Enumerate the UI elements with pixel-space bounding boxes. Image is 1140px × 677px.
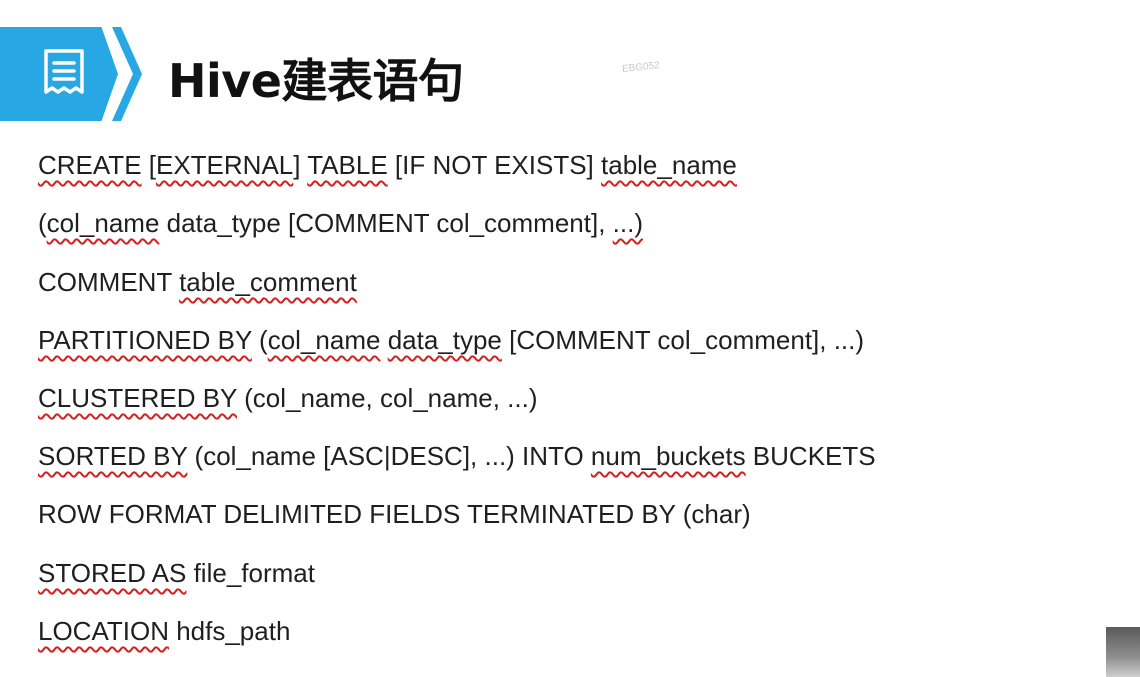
syntax-text: (col_name, col_name, ...) (236, 383, 538, 413)
page-title: Hive建表语句 (168, 54, 464, 108)
syntax-text: BUCKETS (745, 441, 876, 471)
syntax-line: PARTITIONED BY (col_name data_type [COMM… (38, 325, 864, 356)
syntax-line: COMMENT table_comment (38, 267, 357, 298)
syntax-text: ( (251, 325, 268, 355)
syntax-line: CREATE [EXTERNAL] TABLE [IF NOT EXISTS] … (38, 150, 737, 181)
spellcheck-token: num_buckets (590, 441, 746, 471)
spellcheck-token: STORED AS (38, 558, 187, 588)
syntax-line: SORTED BY (col_name [ASC|DESC], ...) INT… (38, 441, 876, 472)
watermark: EBG052 (621, 60, 661, 75)
syntax-line: LOCATION hdfs_path (38, 616, 290, 647)
syntax-text: [ (141, 150, 156, 180)
syntax-text: ] (293, 150, 308, 180)
syntax-line: CLUSTERED BY (col_name, col_name, ...) (38, 383, 538, 414)
spellcheck-token: col_name (46, 208, 160, 238)
video-thumbnail (1106, 627, 1140, 677)
syntax-text: ROW FORMAT DELIMITED FIELDS TERMINATED B… (38, 499, 751, 529)
syntax-text: ( (38, 208, 47, 238)
syntax-text: [COMMENT col_comment], ...) (501, 325, 865, 355)
spellcheck-token: col_name (267, 325, 381, 355)
spellcheck-token: data_type (387, 325, 502, 355)
spellcheck-token: PARTITIONED BY (38, 325, 252, 355)
slide: Hive建表语句 EBG052 CREATE [EXTERNAL] TABLE … (0, 0, 1140, 677)
spellcheck-token: ...) (612, 208, 643, 238)
spellcheck-token: CREATE (38, 150, 142, 180)
syntax-text: COMMENT (38, 267, 180, 297)
syntax-line: (col_name data_type [COMMENT col_comment… (38, 208, 643, 239)
syntax-text: [IF NOT EXISTS] (387, 150, 602, 180)
spellcheck-token: TABLE (307, 150, 388, 180)
document-icon (44, 49, 84, 94)
syntax-text: hdfs_path (168, 616, 291, 646)
syntax-text: (col_name [ASC|DESC], ...) INTO (187, 441, 591, 471)
syntax-text (380, 325, 387, 355)
syntax-line: ROW FORMAT DELIMITED FIELDS TERMINATED B… (38, 499, 751, 530)
syntax-line: STORED AS file_format (38, 558, 315, 589)
spellcheck-token: LOCATION (38, 616, 169, 646)
syntax-text: file_format (186, 558, 315, 588)
syntax-text: data_type [COMMENT col_comment], (159, 208, 613, 238)
spellcheck-token: SORTED BY (38, 441, 188, 471)
spellcheck-token: EXTERNAL (155, 150, 294, 180)
spellcheck-token: table_name (601, 150, 737, 180)
spellcheck-token: table_comment (179, 267, 357, 297)
spellcheck-token: CLUSTERED BY (38, 383, 237, 413)
